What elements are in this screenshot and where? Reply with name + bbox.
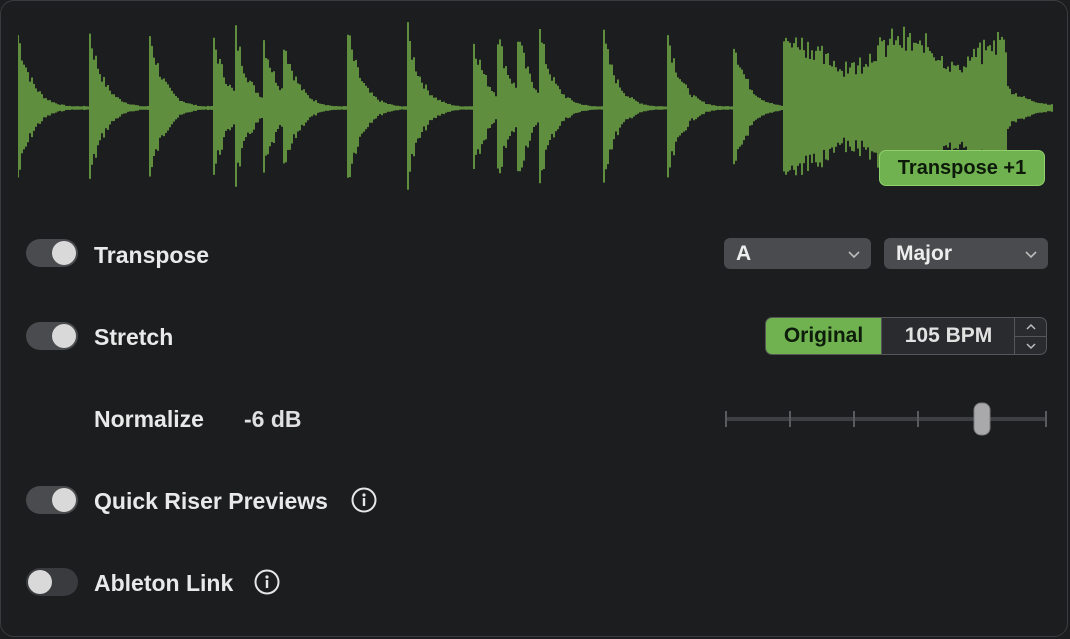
chevron-up-icon — [1025, 323, 1036, 330]
chevron-down-icon — [1025, 342, 1036, 349]
info-icon[interactable] — [254, 569, 280, 595]
slider-tick — [1045, 411, 1047, 427]
quick-riser-label: Quick Riser Previews — [94, 488, 328, 514]
slider-thumb[interactable] — [973, 402, 991, 436]
transpose-badge[interactable]: Transpose +1 — [879, 150, 1045, 186]
scale-select-value: Major — [896, 242, 953, 265]
quick-riser-toggle[interactable] — [26, 486, 78, 514]
chevron-down-icon — [847, 238, 861, 269]
key-select[interactable]: A — [724, 238, 871, 269]
ableton-link-toggle[interactable] — [26, 568, 78, 596]
original-tempo-button[interactable]: Original — [766, 318, 881, 354]
stretch-toggle[interactable] — [26, 322, 78, 350]
normalize-label: Normalize — [94, 406, 204, 432]
stretch-label: Stretch — [94, 324, 174, 350]
slider-tick — [853, 411, 855, 427]
tempo-segmented-control: Original 105 BPM — [765, 317, 1047, 355]
toggle-knob — [28, 570, 52, 594]
ableton-link-label: Ableton Link — [94, 570, 234, 596]
key-select-value: A — [736, 242, 752, 265]
scale-select[interactable]: Major — [884, 238, 1048, 269]
slider-tick — [725, 411, 727, 427]
toggle-knob — [52, 241, 76, 265]
slider-tick — [789, 411, 791, 427]
stepper-up-button[interactable] — [1015, 318, 1046, 336]
toggle-knob — [52, 324, 76, 348]
stepper-down-button[interactable] — [1015, 336, 1046, 354]
bpm-stepper — [1014, 318, 1046, 354]
transpose-label: Transpose — [94, 242, 210, 268]
settings-panel: Transpose +1 Transpose A Major Stretch O… — [0, 0, 1068, 637]
chevron-down-icon — [1024, 238, 1038, 269]
transpose-toggle[interactable] — [26, 239, 78, 267]
normalize-slider[interactable] — [723, 401, 1049, 437]
normalize-value: -6 dB — [244, 406, 302, 432]
slider-tick — [917, 411, 919, 427]
slider-track — [726, 417, 1046, 421]
bpm-field[interactable]: 105 BPM — [881, 318, 1015, 354]
info-icon[interactable] — [351, 487, 377, 513]
toggle-knob — [52, 488, 76, 512]
